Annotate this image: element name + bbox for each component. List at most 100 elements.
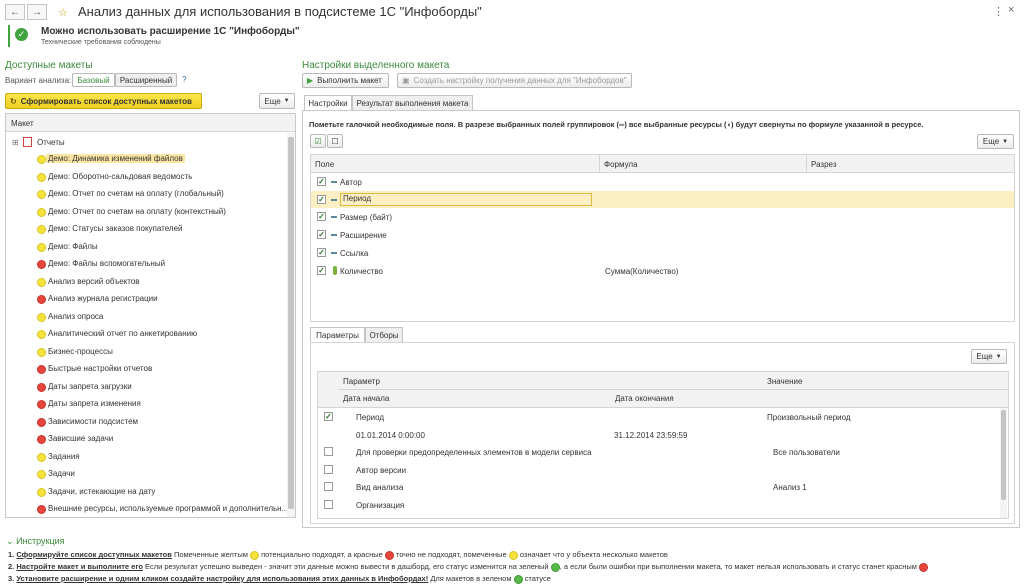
param-name: Период — [356, 413, 385, 422]
yellow-status-icon — [37, 242, 46, 252]
period-end[interactable]: 31.12.2014 23:59:59 — [614, 431, 687, 440]
list-item[interactable]: Демо: Отчет по счетам на оплату (глобаль… — [6, 186, 288, 204]
list-item-label: Демо: Динамика изменений файлов — [46, 154, 185, 163]
table-row[interactable]: ✓ Период — [311, 190, 1014, 209]
red-status-icon — [37, 505, 46, 514]
generate-list-button[interactable]: ↻ Сформировать список доступных макетов — [5, 93, 202, 109]
period-start[interactable]: 01.01.2014 0:00:00 — [356, 431, 425, 440]
create-setting-button[interactable]: ▣ Создать настройку получения данных для… — [397, 73, 632, 88]
field-checkbox[interactable]: ✓ — [317, 230, 326, 240]
yellow-status-icon — [37, 277, 46, 287]
list-item[interactable]: Даты запрета загрузки — [6, 379, 288, 397]
help-icon[interactable]: ? — [182, 75, 186, 84]
left-more-button[interactable]: Еще ▼ — [259, 93, 295, 109]
close-icon[interactable]: × — [1008, 4, 1014, 16]
forward-button[interactable]: → — [27, 4, 47, 20]
chevron-down-icon: ▼ — [1002, 138, 1009, 145]
table-row[interactable]: ✓ Количество Сумма(Количество) — [311, 262, 1014, 280]
step1-link[interactable]: Сформируйте список доступных макетов — [16, 550, 171, 559]
scroll-thumb[interactable] — [288, 137, 294, 509]
param-checkbox[interactable] — [324, 464, 333, 474]
red-status-icon — [37, 295, 46, 304]
step2-link[interactable]: Настройте макет и выполните его — [16, 562, 143, 571]
table-header: Макет — [6, 114, 295, 132]
list-item[interactable]: Даты запрета изменения — [6, 396, 288, 414]
param-checkbox[interactable] — [324, 499, 333, 509]
red-status-icon — [919, 562, 929, 572]
back-button[interactable]: ← — [5, 4, 25, 20]
list-item-label: Внешние ресурсы, используемые программой… — [48, 504, 288, 513]
tab-params[interactable]: Параметры — [310, 327, 365, 342]
instructions-toggle[interactable]: ⌄ Инструкция — [6, 536, 65, 547]
table-row[interactable]: ✓ Ссылка — [311, 244, 1014, 262]
list-item[interactable]: Бизнес-процессы — [6, 344, 288, 362]
param-value: Все пользователи — [773, 448, 840, 457]
params-more-button[interactable]: Еще ▼ — [971, 349, 1007, 364]
tab-filters[interactable]: Отборы — [365, 327, 403, 342]
scrollbar[interactable] — [287, 133, 295, 517]
table-row[interactable]: Организация — [318, 496, 1000, 513]
green-status-icon — [513, 574, 523, 584]
list-item[interactable]: Анализ опроса — [6, 309, 288, 327]
list-item[interactable]: Анализ журнала регистрации — [6, 291, 288, 309]
field-name: Размер (байт) — [340, 213, 393, 223]
settings-panel: Пометьте галочкой необходимые поля. В ра… — [302, 110, 1020, 528]
list-item[interactable]: Демо: Оборотно-сальдовая ведомость — [6, 169, 288, 187]
table-row[interactable]: Для проверки предопределенных элементов … — [318, 443, 1000, 460]
collapse-icon[interactable]: ⊞ — [12, 138, 19, 147]
table-row[interactable]: ✓ Период Произвольный период — [318, 408, 1000, 425]
table-row[interactable]: ✓ Автор — [311, 173, 1014, 191]
list-item-label: Задачи — [48, 469, 75, 478]
fields-header: Поле Формула Разрез — [311, 155, 1014, 173]
param-checkbox[interactable]: ✓ — [324, 412, 333, 421]
list-item[interactable]: Задачи — [6, 466, 288, 484]
variant-basic-button[interactable]: Базовый — [72, 73, 115, 87]
list-item[interactable]: Демо: Файлы — [6, 239, 288, 257]
param-value: Произвольный период — [767, 413, 851, 422]
list-item[interactable]: Демо: Динамика изменений файлов — [6, 151, 288, 169]
yellow-status-icon — [249, 550, 259, 560]
list-item[interactable]: Аналитический отчет по анкетированию — [6, 326, 288, 344]
table-row[interactable]: ✓ Размер (байт) — [311, 208, 1014, 226]
param-checkbox[interactable] — [324, 482, 333, 491]
scroll-thumb[interactable] — [1001, 410, 1006, 500]
param-name: Для проверки предопределенных элементов … — [356, 448, 592, 457]
list-item[interactable]: Внешние ресурсы, используемые программой… — [6, 501, 288, 516]
tab-result[interactable]: Результат выполнения макета — [352, 95, 473, 110]
yellow-status-icon — [37, 487, 46, 497]
list-item[interactable]: Демо: Отчет по счетам на оплату (контекс… — [6, 204, 288, 222]
list-item[interactable]: Задачи, истекающие на дату — [6, 484, 288, 502]
left-section-title: Доступные макеты — [5, 60, 93, 71]
star-icon[interactable]: ☆ — [58, 6, 68, 19]
tab-settings[interactable]: Настройки — [304, 95, 352, 110]
check-all-button[interactable]: ☑ — [310, 134, 326, 148]
fields-more-button[interactable]: Еще ▼ — [977, 134, 1014, 149]
params-table: Параметр Значение Дата начала Дата оконч… — [317, 371, 1009, 519]
list-item[interactable]: Демо: Статусы заказов покупателей — [6, 221, 288, 239]
param-checkbox[interactable] — [324, 447, 333, 456]
field-checkbox[interactable]: ✓ — [317, 247, 326, 257]
list-item[interactable]: Демо: Файлы вспомогательный — [6, 256, 288, 274]
run-template-button[interactable]: ▶ Выполнить макет — [302, 73, 389, 88]
list-item[interactable]: Анализ версий объектов — [6, 274, 288, 292]
step3-link[interactable]: Установите расширение и одним кликом соз… — [16, 574, 428, 583]
field-checkbox[interactable]: ✓ — [317, 212, 326, 222]
list-item[interactable]: Быстрые настройки отчетов — [6, 361, 288, 379]
field-checkbox[interactable]: ✓ — [317, 177, 326, 186]
field-name: Автор — [340, 178, 362, 187]
field-checkbox[interactable]: ✓ — [317, 194, 326, 204]
list-item[interactable]: Зависшие задачи — [6, 431, 288, 449]
params-list: ✓ Период Произвольный период 01.01.2014 0:0… — [318, 408, 1000, 518]
variant-extended-button[interactable]: Расширенный — [115, 73, 177, 87]
table-row[interactable]: Вид анализа Анализ 1 — [318, 478, 1000, 495]
field-checkbox[interactable]: ✓ — [317, 265, 326, 275]
table-row[interactable]: ✓ Расширение — [311, 226, 1014, 244]
list-item[interactable]: Зависимости подсистем — [6, 414, 288, 432]
uncheck-all-button[interactable]: ☐ — [327, 134, 343, 148]
more-menu-icon[interactable]: ⋮ — [993, 5, 1004, 18]
list-item[interactable]: Задания — [6, 449, 288, 467]
table-row[interactable]: Автор версии — [318, 461, 1000, 478]
params-scrollbar[interactable] — [1000, 408, 1007, 518]
column-header-field: Поле — [315, 160, 335, 169]
templates-table: Макет ⊞ Отчеты Демо: Динамика изменений … — [5, 113, 296, 518]
